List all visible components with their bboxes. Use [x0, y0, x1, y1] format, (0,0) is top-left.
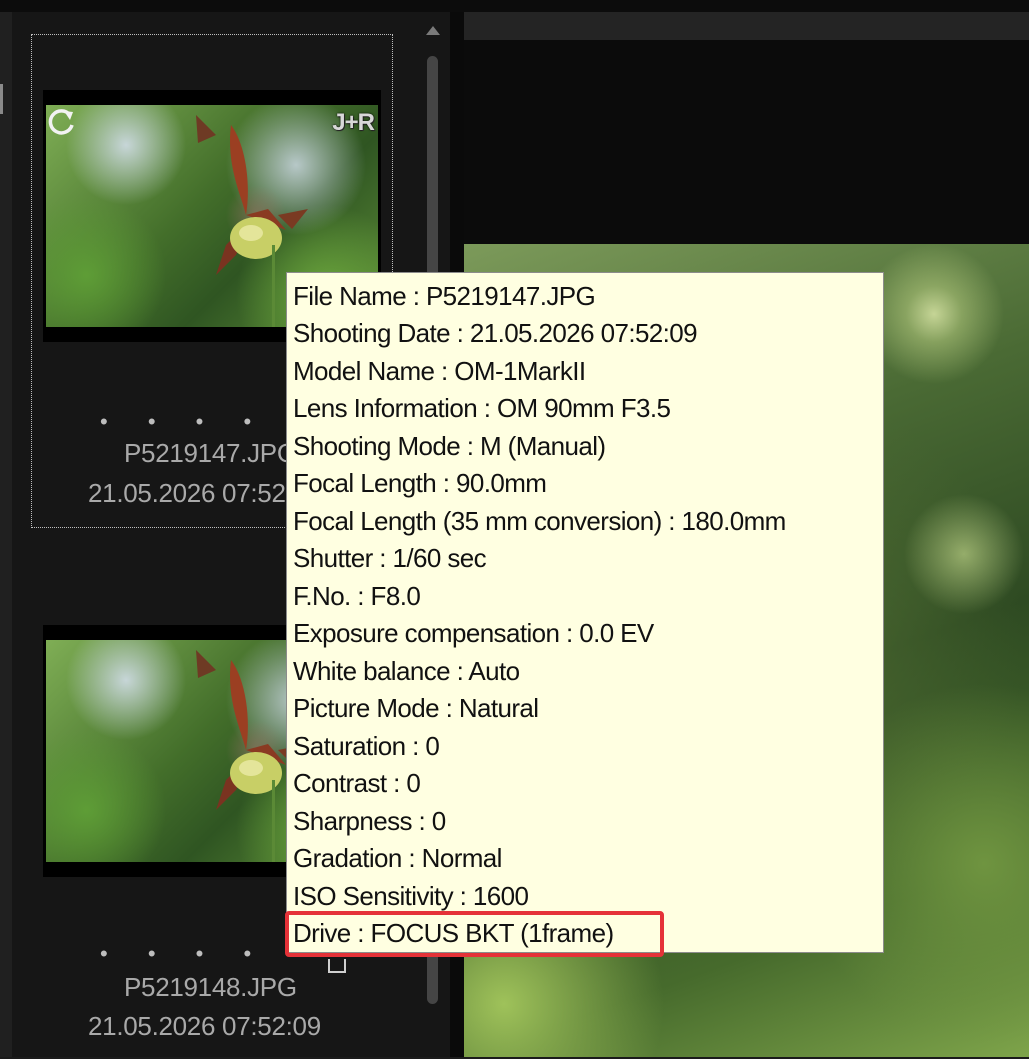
- tooltip-file-name: File Name : P5219147.JPG: [293, 281, 596, 311]
- tooltip-contrast: Contrast : 0: [293, 768, 421, 798]
- rating-dots[interactable]: • • • • •: [100, 411, 316, 433]
- thumbnail-date: 21.05.2026 07:52:09: [88, 1011, 321, 1041]
- tooltip-iso: ISO Sensitivity : 1600: [293, 881, 529, 911]
- top-bar: [0, 0, 1029, 12]
- tooltip-exposure-comp: Exposure compensation : 0.0 EV: [293, 618, 654, 648]
- tooltip-saturation: Saturation : 0: [293, 731, 440, 761]
- tooltip-fno: F.No. : F8.0: [293, 581, 421, 611]
- tooltip-shooting-date: Shooting Date : 21.05.2026 07:52:09: [293, 318, 698, 348]
- preview-toolbar: [464, 12, 1029, 40]
- drive-highlight-box: [285, 911, 664, 957]
- tooltip-model-name: Model Name : OM-1MarkII: [293, 356, 586, 386]
- tooltip-sharpness: Sharpness : 0: [293, 806, 446, 836]
- edge-notch: [0, 84, 3, 114]
- rotate-icon[interactable]: [46, 105, 78, 137]
- checkbox-icon[interactable]: [328, 959, 346, 973]
- tooltip-white-balance: White balance : Auto: [293, 656, 520, 686]
- tooltip-shooting-mode: Shooting Mode : M (Manual): [293, 431, 606, 461]
- tooltip-picture-mode: Picture Mode : Natural: [293, 693, 539, 723]
- thumbnail-filename: P5219148.JPG: [124, 972, 297, 1002]
- thumbnail-filename: P5219147.JPG: [124, 438, 297, 468]
- tooltip-focal-length-35mm: Focal Length (35 mm conversion) : 180.0m…: [293, 506, 786, 536]
- rating-dots[interactable]: • • • • •: [100, 943, 316, 965]
- raw-jpeg-badge: J+R: [332, 109, 375, 136]
- scroll-up-arrow-icon[interactable]: [426, 26, 440, 35]
- left-edge-strip: [0, 12, 12, 1057]
- tooltip-focal-length: Focal Length : 90.0mm: [293, 468, 547, 498]
- tooltip-shutter: Shutter : 1/60 sec: [293, 543, 487, 573]
- tooltip-gradation: Gradation : Normal: [293, 843, 502, 873]
- tooltip-lens-info: Lens Information : OM 90mm F3.5: [293, 393, 671, 423]
- image-info-tooltip: File Name : P5219147.JPG Shooting Date :…: [286, 272, 884, 953]
